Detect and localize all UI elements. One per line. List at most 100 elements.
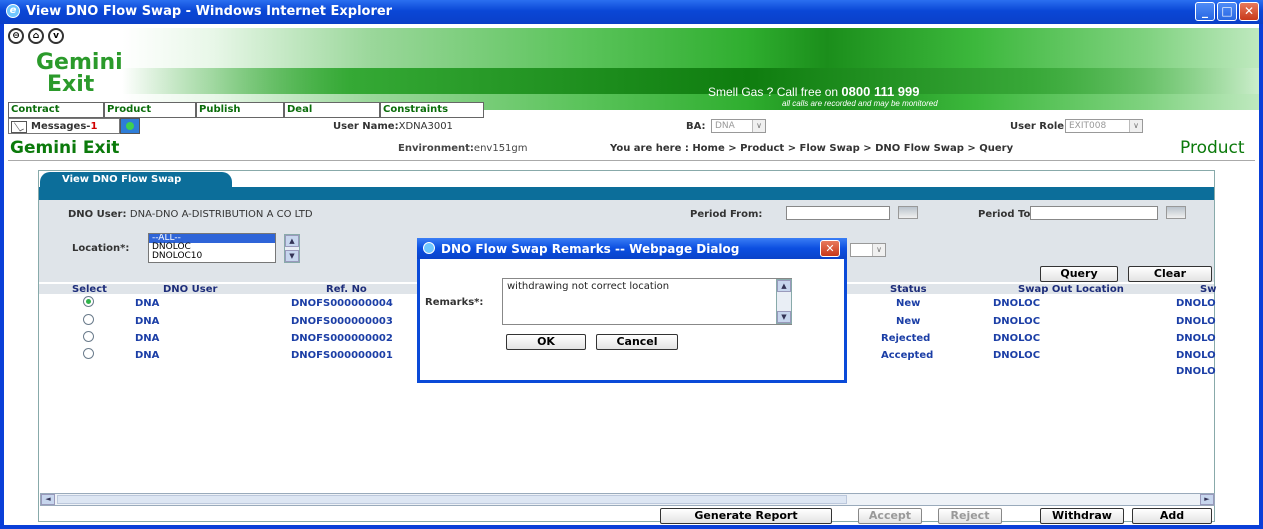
cell-swap-in: DNOLO bbox=[1176, 298, 1216, 309]
banner-smell-text: Smell Gas ? Call free on bbox=[708, 85, 839, 99]
ok-button[interactable]: OK bbox=[506, 334, 586, 350]
user-role-label: User Role: bbox=[1010, 121, 1069, 132]
help-icon[interactable]: v bbox=[48, 28, 64, 44]
col-status[interactable]: Status bbox=[890, 284, 927, 295]
ba-select-value: DNA bbox=[715, 121, 735, 131]
maximize-button[interactable]: □ bbox=[1217, 2, 1237, 21]
row-select-radio[interactable] bbox=[83, 331, 94, 342]
chevron-down-icon: ∨ bbox=[752, 120, 765, 132]
info-row: Messages-1 User Name:XDNA3001 BA: DNA ∨ U… bbox=[8, 118, 1255, 136]
ba-select[interactable]: DNA ∨ bbox=[711, 119, 766, 133]
environment: Environment:env151gm bbox=[398, 143, 528, 154]
remarks-textarea[interactable]: withdrawing not correct location bbox=[502, 278, 792, 325]
calendar-icon[interactable] bbox=[898, 206, 918, 219]
add-button[interactable]: Add bbox=[1132, 508, 1212, 524]
query-button[interactable]: Query bbox=[1040, 266, 1118, 282]
minimize-button[interactable]: _ bbox=[1195, 2, 1215, 21]
withdraw-button[interactable]: Withdraw bbox=[1040, 508, 1124, 524]
cell-ref-no[interactable]: DNOFS000000003 bbox=[291, 316, 393, 327]
menu-constraints[interactable]: Constraints bbox=[380, 102, 484, 118]
ie-icon bbox=[423, 242, 435, 254]
scroll-thumb[interactable] bbox=[57, 495, 847, 504]
menu-publish[interactable]: Publish bbox=[196, 102, 284, 118]
breadcrumb: You are here : Home > Product > Flow Swa… bbox=[610, 143, 1014, 154]
generate-report-button[interactable]: Generate Report bbox=[660, 508, 832, 524]
scroll-right-icon[interactable]: ► bbox=[1200, 494, 1214, 505]
cell-status: Accepted bbox=[881, 350, 934, 361]
cell-status: New bbox=[896, 316, 921, 327]
row-select-radio[interactable] bbox=[83, 348, 94, 359]
dialog-titlebar: DNO Flow Swap Remarks -- Webpage Dialog bbox=[417, 238, 847, 259]
messages-text: Messages- bbox=[31, 121, 91, 132]
col-swap-out[interactable]: Swap Out Location bbox=[1018, 284, 1124, 295]
scroll-down-icon[interactable]: ▼ bbox=[777, 311, 791, 323]
dno-user-value: DNA-DNO A-DISTRIBUTION A CO LTD bbox=[129, 209, 313, 220]
hidden-select[interactable]: ∨ bbox=[850, 243, 886, 257]
remarks-scrollbar[interactable]: ▲ ▼ bbox=[776, 279, 792, 324]
cancel-button[interactable]: Cancel bbox=[596, 334, 678, 350]
user-role-select[interactable]: EXIT008 ∨ bbox=[1065, 119, 1143, 133]
header-icons: ⊖ ⌂ v bbox=[8, 28, 68, 44]
dno-user: DNO User: DNA-DNO A-DISTRIBUTION A CO LT… bbox=[68, 209, 313, 220]
remarks-label: Remarks*: bbox=[425, 297, 484, 308]
app-header: ⊖ ⌂ v Gemini Exit Smell Gas ? Call free on… bbox=[4, 24, 1259, 110]
home-icon[interactable]: ⌂ bbox=[28, 28, 44, 44]
menu-contract[interactable]: Contract bbox=[8, 102, 104, 118]
accept-button[interactable]: Accept bbox=[858, 508, 922, 524]
chevron-down-icon: ∨ bbox=[872, 244, 885, 256]
col-ref-no[interactable]: Ref. No bbox=[326, 284, 367, 295]
location-scrollbar[interactable]: ▲ ▼ bbox=[284, 234, 300, 263]
messages-label[interactable]: Messages-1 bbox=[31, 121, 97, 132]
page-app-title: Gemini Exit bbox=[10, 138, 120, 158]
menu-product[interactable]: Product bbox=[104, 102, 196, 118]
cell-ref-no[interactable]: DNOFS000000001 bbox=[291, 350, 393, 361]
row-select-radio[interactable] bbox=[83, 296, 94, 307]
scroll-up-icon[interactable]: ▲ bbox=[285, 235, 299, 247]
dno-user-label: DNO User: bbox=[68, 209, 127, 220]
horizontal-scrollbar[interactable]: ◄ ► bbox=[40, 493, 1215, 506]
period-to-input[interactable] bbox=[1030, 206, 1158, 220]
messages-box[interactable]: Messages-1 bbox=[8, 118, 120, 134]
user-name-value: XDNA3001 bbox=[398, 121, 453, 132]
cell-ref-no[interactable]: DNOFS000000002 bbox=[291, 333, 393, 344]
scroll-down-icon[interactable]: ▼ bbox=[285, 250, 299, 262]
reject-button[interactable]: Reject bbox=[938, 508, 1002, 524]
section-title: Product bbox=[1180, 138, 1245, 158]
period-to-label: Period To: bbox=[978, 209, 1035, 220]
cell-swap-in: DNOLO bbox=[1176, 366, 1216, 377]
chevron-down-icon: ∨ bbox=[1129, 120, 1142, 132]
scroll-left-icon[interactable]: ◄ bbox=[41, 494, 55, 505]
ba-label: BA: bbox=[686, 121, 706, 132]
location-option[interactable]: DNOLOC10 bbox=[149, 252, 275, 261]
location-listbox[interactable]: --ALL-- DNOLOC DNOLOC10 bbox=[148, 233, 276, 263]
messages-count: 1 bbox=[90, 121, 98, 132]
refresh-messages-icon[interactable] bbox=[120, 118, 140, 134]
cell-dno-user: DNA bbox=[135, 316, 160, 327]
row-select-radio[interactable] bbox=[83, 314, 94, 325]
window-titlebar: e View DNO Flow Swap - Windows Internet … bbox=[0, 0, 1263, 24]
period-from-input[interactable] bbox=[786, 206, 890, 220]
cell-swap-out: DNOLOC bbox=[993, 350, 1041, 361]
cell-swap-out: DNOLOC bbox=[993, 298, 1041, 309]
divider bbox=[8, 160, 1255, 161]
cell-dno-user: DNA bbox=[135, 298, 160, 309]
cell-swap-in: DNOLO bbox=[1176, 333, 1216, 344]
close-button[interactable]: ✕ bbox=[1239, 2, 1259, 21]
dialog-close-button[interactable]: ✕ bbox=[820, 240, 840, 257]
col-swap-in[interactable]: Sw bbox=[1200, 284, 1216, 295]
col-dno-user[interactable]: DNO User bbox=[163, 284, 217, 295]
period-from-label: Period From: bbox=[690, 209, 763, 220]
menu-deal[interactable]: Deal bbox=[284, 102, 380, 118]
cell-dno-user: DNA bbox=[135, 350, 160, 361]
clear-button[interactable]: Clear bbox=[1128, 266, 1212, 282]
print-icon[interactable]: ⊖ bbox=[8, 28, 24, 44]
cell-swap-in: DNOLO bbox=[1176, 350, 1216, 361]
cell-ref-no[interactable]: DNOFS000000004 bbox=[291, 298, 393, 309]
env-value: env151gm bbox=[473, 143, 528, 154]
col-select: Select bbox=[72, 284, 107, 295]
scroll-up-icon[interactable]: ▲ bbox=[777, 280, 791, 292]
envelope-icon bbox=[11, 121, 27, 133]
calendar-icon[interactable] bbox=[1166, 206, 1186, 219]
user-role-value: EXIT008 bbox=[1069, 121, 1107, 131]
cell-status: New bbox=[896, 298, 921, 309]
